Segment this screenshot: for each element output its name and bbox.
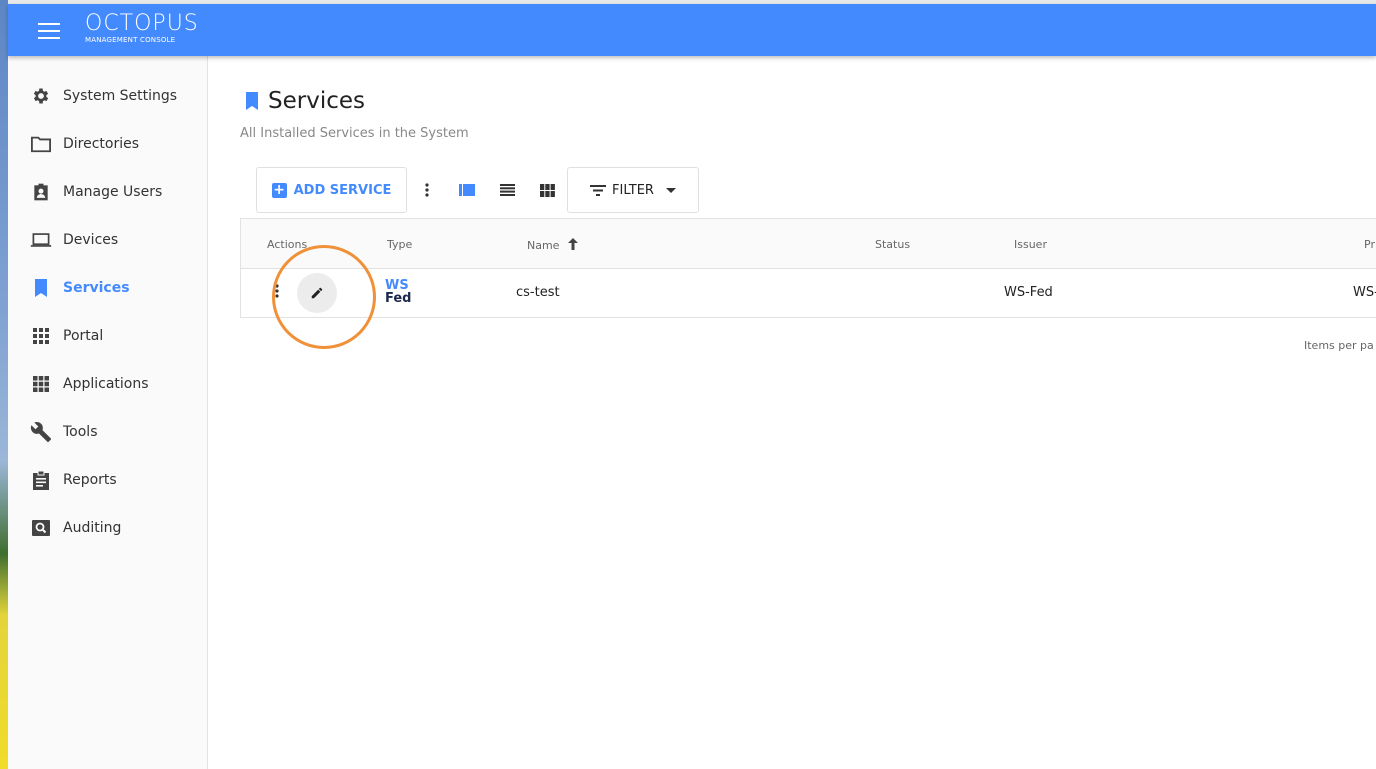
folder-icon	[30, 133, 52, 155]
user-badge-icon	[30, 181, 52, 203]
filter-button[interactable]: FILTER	[567, 167, 699, 213]
more-vert-icon[interactable]	[407, 167, 447, 213]
table-header: Actions Type Name Status Issuer Pr	[241, 219, 1376, 269]
logo-main-text: OCTOPUS	[85, 11, 199, 36]
sidebar-item-tools[interactable]: Tools	[8, 408, 207, 456]
gear-icon	[30, 85, 52, 107]
filter-label: FILTER	[612, 182, 654, 198]
bookmark-icon	[246, 92, 258, 110]
column-header-status[interactable]: Status	[875, 238, 910, 251]
sidebar-item-applications[interactable]: Applications	[8, 360, 207, 408]
sidebar-item-label: Tools	[63, 424, 98, 440]
sidebar-item-label: System Settings	[63, 88, 178, 104]
services-table: Actions Type Name Status Issuer Pr WS Fe…	[240, 218, 1376, 318]
top-app-bar: OCTOPUS MANAGEMENT CONSOLE	[8, 4, 1376, 56]
add-service-button[interactable]: + ADD SERVICE	[256, 167, 407, 213]
logo-sub-text: MANAGEMENT CONSOLE	[85, 36, 176, 44]
sidebar-item-portal[interactable]: Portal	[8, 312, 207, 360]
wrench-icon	[30, 421, 52, 443]
sidebar-item-system-settings[interactable]: System Settings	[8, 72, 207, 120]
sidebar-item-label: Portal	[63, 328, 104, 344]
column-header-type[interactable]: Type	[387, 238, 412, 251]
sidebar-item-services[interactable]: Services	[8, 264, 207, 312]
pencil-icon	[311, 287, 323, 299]
desktop-wallpaper	[0, 0, 8, 769]
sidebar-item-label: Services	[63, 280, 130, 296]
edit-button[interactable]	[297, 273, 337, 313]
sidebar-item-reports[interactable]: Reports	[8, 456, 207, 504]
services-toolbar: + ADD SERVICE FILTER	[256, 167, 699, 213]
view-card-icon[interactable]	[447, 167, 487, 213]
column-header-actions: Actions	[267, 238, 308, 251]
search-box-icon	[30, 517, 52, 539]
grid-squares-icon	[30, 373, 52, 395]
sidebar-item-label: Devices	[63, 232, 119, 248]
column-header-name[interactable]: Name	[527, 238, 578, 252]
sidebar-item-devices[interactable]: Devices	[8, 216, 207, 264]
service-name-cell: cs-test	[516, 285, 560, 300]
page-title-row: Services	[244, 88, 365, 114]
sidebar-item-label: Auditing	[63, 520, 122, 536]
bookmark-icon	[30, 277, 52, 299]
table-row[interactable]: WS Fed cs-test WS-Fed WS-	[241, 269, 1376, 317]
service-pr-cell: WS-	[1353, 285, 1376, 300]
main-content: Services All Installed Services in the S…	[208, 56, 1376, 769]
row-more-vert-icon[interactable]	[275, 284, 279, 302]
service-issuer-cell: WS-Fed	[1004, 285, 1053, 300]
view-grid-icon[interactable]	[527, 167, 567, 213]
sidebar-item-label: Applications	[63, 376, 149, 392]
wsfed-logo: WS Fed	[385, 279, 411, 305]
hamburger-menu-icon[interactable]	[38, 20, 60, 40]
clipboard-icon	[30, 469, 52, 491]
sidebar: System Settings Directories Manage Users…	[8, 56, 208, 769]
column-header-issuer[interactable]: Issuer	[1014, 238, 1047, 251]
sort-arrow-up-icon	[567, 238, 578, 250]
caret-down-icon	[665, 187, 676, 193]
sidebar-item-label: Manage Users	[63, 184, 163, 200]
sidebar-item-manage-users[interactable]: Manage Users	[8, 168, 207, 216]
app-logo[interactable]: OCTOPUS MANAGEMENT CONSOLE	[85, 12, 199, 45]
filter-icon	[590, 184, 607, 196]
page-title: Services	[268, 88, 365, 114]
laptop-icon	[30, 229, 52, 251]
sidebar-item-auditing[interactable]: Auditing	[8, 504, 207, 552]
column-header-pr[interactable]: Pr	[1364, 238, 1375, 251]
sidebar-item-label: Directories	[63, 136, 140, 152]
view-list-icon[interactable]	[487, 167, 527, 213]
items-per-page-label: Items per pa	[1304, 339, 1374, 352]
column-header-name-label: Name	[527, 239, 560, 252]
wsfed-logo-bottom: Fed	[385, 291, 412, 306]
grid-dots-icon	[30, 325, 52, 347]
sidebar-item-label: Reports	[63, 472, 117, 488]
plus-icon: +	[271, 181, 287, 198]
page-subtitle: All Installed Services in the System	[240, 126, 469, 141]
add-service-label: ADD SERVICE	[293, 182, 392, 198]
sidebar-item-directories[interactable]: Directories	[8, 120, 207, 168]
